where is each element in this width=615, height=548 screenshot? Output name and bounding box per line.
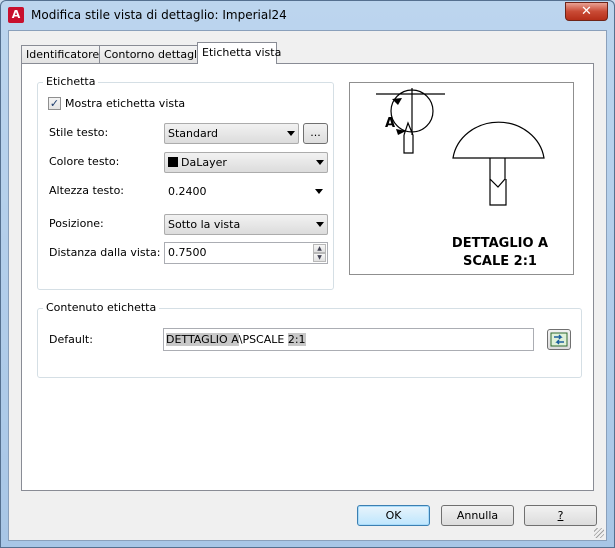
preview-panel: A DETTAGLIO A SCALE 2:1 — [349, 82, 574, 275]
insert-field-icon — [550, 332, 568, 347]
distance-label: Distanza dalla vista: — [49, 246, 161, 259]
show-label-checkbox[interactable]: ✓ — [48, 97, 61, 110]
contenuto-group: Contenuto etichetta Default: DETTAGLIO A… — [37, 301, 582, 378]
chevron-down-icon — [315, 189, 323, 194]
callout-letter: A — [385, 116, 395, 131]
text-color-value: DaLayer — [181, 156, 227, 169]
default-label: Default: — [49, 333, 93, 346]
label-content-field[interactable]: DETTAGLIO A\PSCALE 2:1 — [163, 328, 534, 351]
text-color-dropdown[interactable]: DaLayer — [164, 152, 328, 173]
tab-contorno-dettaglio[interactable]: Contorno dettaglio — [99, 45, 207, 64]
tab-identificatore[interactable]: Identificatore — [21, 45, 100, 64]
show-label-text: Mostra etichetta vista — [65, 97, 186, 110]
color-label: Colore testo: — [49, 155, 120, 168]
field-text-a: A — [227, 333, 239, 346]
position-dropdown[interactable]: Sotto la vista — [164, 214, 328, 235]
style-label: Stile testo: — [49, 126, 109, 139]
text-height-value: 0.2400 — [168, 185, 207, 198]
contenuto-group-title: Contenuto etichetta — [43, 301, 160, 314]
preview-drawing: A DETTAGLIO A SCALE 2:1 — [376, 88, 548, 269]
preview-caption-line1: DETTAGLIO A — [452, 236, 548, 251]
distance-value: 0.7500 — [168, 246, 207, 259]
autocad-icon: A — [8, 7, 24, 23]
title-bar: A Modifica stile vista di dettaglio: Imp… — [1, 1, 614, 29]
spin-down-icon[interactable]: ▼ — [313, 253, 326, 262]
distance-spinner[interactable]: 0.7500 ▲ ▼ — [164, 242, 328, 264]
height-label: Altezza testo: — [49, 184, 125, 197]
text-style-value: Standard — [168, 127, 219, 140]
position-label: Posizione: — [49, 217, 104, 230]
spinner-buttons: ▲ ▼ — [313, 244, 326, 262]
resize-grip[interactable] — [594, 528, 604, 538]
dialog-client: Identificatore Contorno dettaglio Etiche… — [8, 30, 607, 541]
position-value: Sotto la vista — [168, 218, 241, 231]
field-text-dettaglio: DETTAGLIO — [166, 333, 228, 346]
field-text-ratio: 2:1 — [287, 333, 306, 346]
help-label: ? — [557, 509, 564, 522]
browse-style-button[interactable]: ... — [303, 123, 328, 144]
etichetta-group-title: Etichetta — [43, 75, 99, 88]
color-swatch — [168, 157, 178, 167]
cancel-button[interactable]: Annulla — [441, 505, 514, 526]
chevron-down-icon — [287, 131, 295, 136]
insert-field-button[interactable] — [547, 329, 571, 350]
etichetta-group: Etichetta ✓ Mostra etichetta vista Stile… — [37, 75, 334, 290]
chevron-down-icon — [316, 222, 324, 227]
field-text-pscale: \PSCALE — [238, 333, 288, 346]
tab-panel: Etichetta ✓ Mostra etichetta vista Stile… — [21, 63, 594, 491]
ok-button[interactable]: OK — [357, 505, 430, 526]
text-style-dropdown[interactable]: Standard — [164, 123, 299, 144]
text-height-dropdown[interactable]: 0.2400 — [164, 181, 328, 202]
preview-caption-line2: SCALE 2:1 — [463, 254, 537, 269]
dialog-window: A Modifica stile vista di dettaglio: Imp… — [0, 0, 615, 548]
close-button[interactable]: ✕ — [565, 2, 608, 21]
help-button[interactable]: ? — [524, 505, 597, 526]
chevron-down-icon — [316, 160, 324, 165]
window-title: Modifica stile vista di dettaglio: Imper… — [31, 8, 287, 22]
spin-up-icon[interactable]: ▲ — [313, 244, 326, 253]
tab-etichetta-vista[interactable]: Etichetta vista — [197, 42, 281, 64]
